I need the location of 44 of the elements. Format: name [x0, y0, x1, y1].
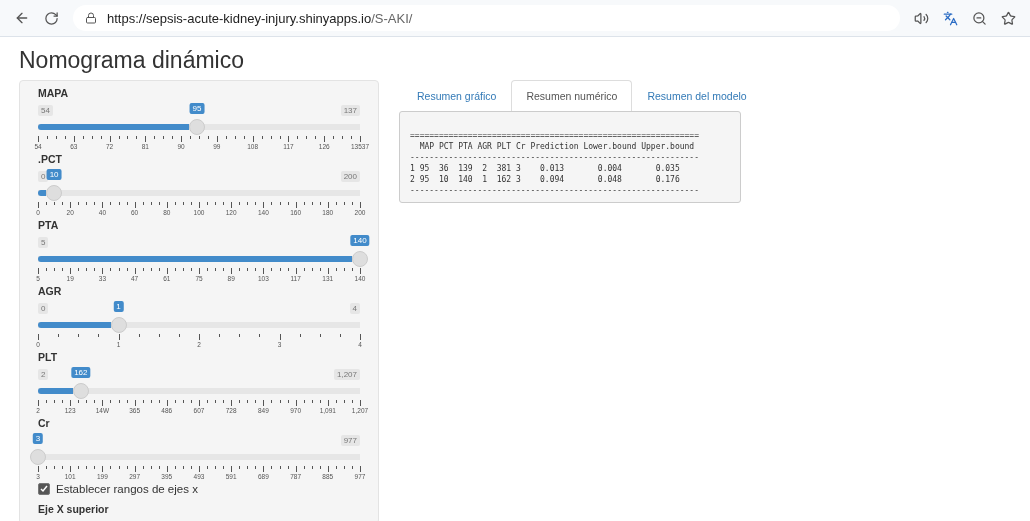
- value-bubble: 95: [189, 103, 205, 114]
- slider-fill: [38, 190, 47, 196]
- max-label: 200: [340, 171, 360, 182]
- slider-handle[interactable]: [189, 119, 206, 135]
- page-title: Nomograma dinámico: [19, 47, 245, 74]
- slider-handle[interactable]: [72, 383, 89, 399]
- min-label: 0: [38, 303, 49, 314]
- tab[interactable]: Resumen numérico: [511, 80, 633, 111]
- slider-label: PTA: [38, 219, 60, 231]
- max-label: 137: [340, 105, 360, 116]
- axis-range-checkbox[interactable]: Establecer rangos de ejes x: [38, 483, 360, 495]
- read-aloud-icon[interactable]: [914, 10, 929, 26]
- value-bubble: 140: [350, 235, 370, 246]
- value-bubble: 1: [113, 301, 124, 312]
- value-bubble: 162: [71, 367, 91, 378]
- zoom-out-icon[interactable]: [972, 10, 987, 26]
- max-label: 977: [340, 435, 360, 446]
- model-output: ============================================================ MAP PCT PTA AGR PLT Cr Prediction Lower.bound Upper.bound ------------------------------------------------------------ 1 95 36 139 2 381 3 0.013 0.004 0.035 2 95 10 140 1 162 3 0.094 0.048 0.176 ------------------------------------------------------------: [399, 111, 741, 203]
- min-label: 5: [38, 237, 49, 248]
- slider-label: MAPA: [38, 87, 70, 99]
- value-bubble: 10: [46, 169, 62, 180]
- translate-icon[interactable]: [943, 10, 958, 26]
- checkbox[interactable]: [38, 483, 50, 495]
- slider-label: AGR: [38, 285, 63, 297]
- slider-label: .PCT: [38, 153, 63, 165]
- max-label: 4: [349, 303, 360, 314]
- slider-label: PLT: [38, 351, 59, 363]
- reload-icon[interactable]: [44, 10, 59, 26]
- value-bubble: 3: [32, 433, 44, 444]
- slider-handle[interactable]: [110, 317, 127, 333]
- min-label: 54: [38, 105, 53, 116]
- max-label: 1,207: [333, 369, 360, 380]
- slider-label: Cr: [38, 417, 51, 429]
- slider-handle[interactable]: [30, 449, 46, 465]
- slider-handle[interactable]: [46, 185, 63, 201]
- address-bar[interactable]: https://sepsis-acute-kidney-injury.shinyapps.io/S-AKI/: [73, 5, 900, 31]
- slider-fill: [38, 388, 73, 394]
- section-label: Eje X superior: [38, 503, 110, 515]
- slider-handle[interactable]: [352, 251, 368, 267]
- min-label: 2: [38, 369, 49, 380]
- url-text: https://sepsis-acute-kidney-injury.shinyapps.io/S-AKI/: [107, 10, 413, 26]
- back-icon[interactable]: [14, 10, 30, 26]
- favorite-icon[interactable]: [1001, 10, 1016, 26]
- lock-icon: [85, 12, 97, 24]
